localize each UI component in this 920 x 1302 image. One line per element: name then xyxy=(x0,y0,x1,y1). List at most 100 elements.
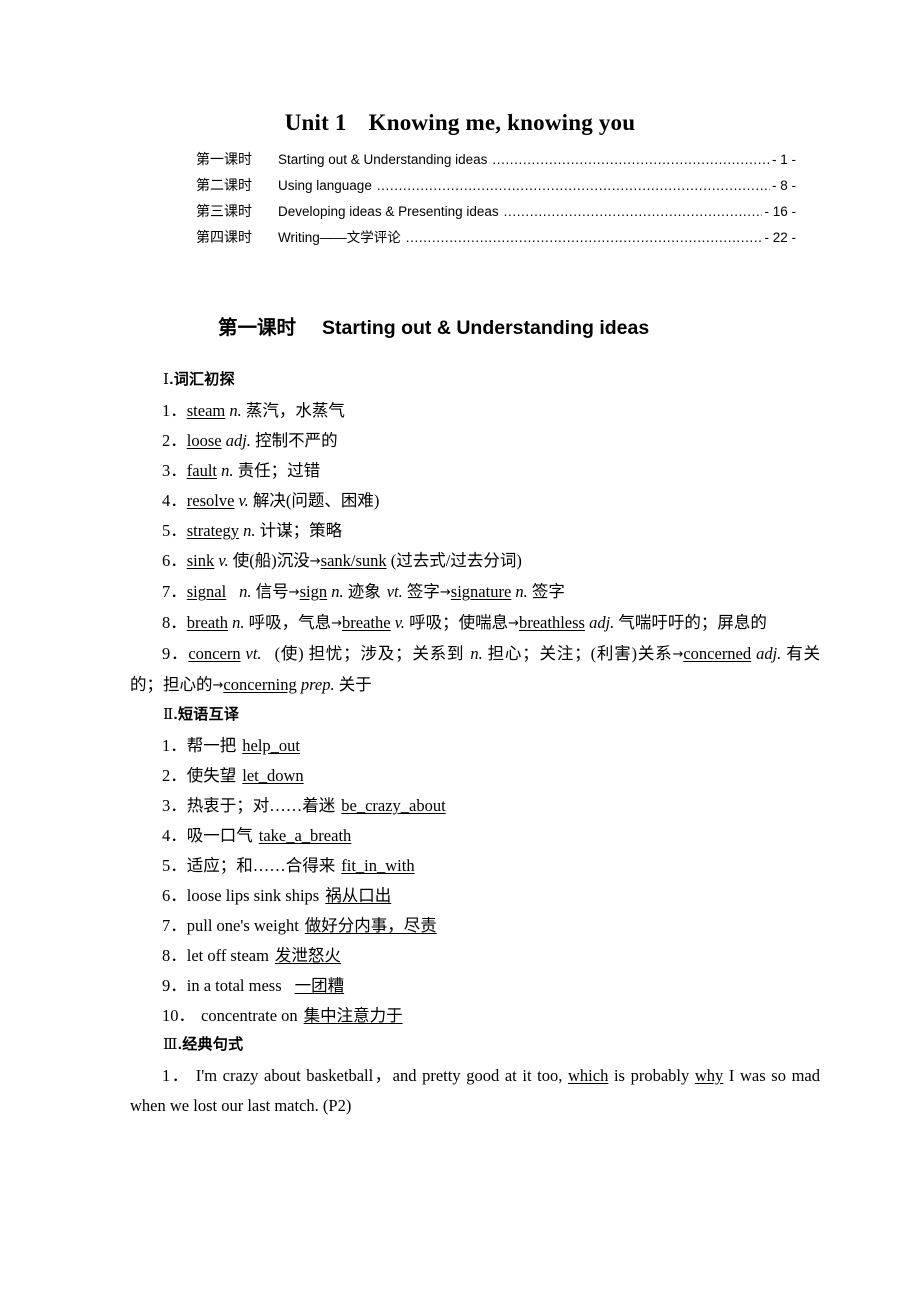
phrase-answer: take_a_breath xyxy=(258,826,352,845)
vocab-derived-pos: v. xyxy=(394,613,405,632)
lesson-body: Ⅰ.词汇初探 1．steam n. 蒸汽，水蒸气 2．loose adj. 控制… xyxy=(130,366,820,1121)
derivation-arrow-icon: → xyxy=(508,616,519,631)
phrase-answer: 发泄怒火 xyxy=(274,946,341,965)
item-number: 2． xyxy=(162,431,187,450)
vocab-item: 9．concern vt. (使) 担忧；涉及；关系到 n. 担心；关注；(利害)关… xyxy=(130,639,820,701)
toc-row[interactable]: 第四课时 Writing——文学评论 .....................… xyxy=(196,225,796,251)
vocab-item: 8．breath n. 呼吸，气息→breathe v. 呼吸；使喘息→brea… xyxy=(130,608,820,639)
toc-page-number: - 22 - xyxy=(764,230,796,245)
toc-row[interactable]: 第二课时 Using language ....................… xyxy=(196,173,796,199)
sentence-part-2: is probably xyxy=(608,1066,695,1085)
vocab-def: 呼吸，气息 xyxy=(248,613,332,632)
phrase-answer: help_out xyxy=(242,736,300,755)
vocab-derived: signature xyxy=(450,582,512,601)
vocab-pos-2: n. xyxy=(470,644,483,663)
toc-row[interactable]: 第一课时 Starting out & Understanding ideas … xyxy=(196,147,796,173)
phrase-item: 7．pull one's weight 做好分内事，尽责 xyxy=(130,911,820,941)
vocab-item: 6．sink v. 使(船)沉没→sank/sunk (过去式/过去分词) xyxy=(130,546,820,577)
vocab-word: signal xyxy=(186,582,227,601)
vocab-def: 使(船)沉没 xyxy=(232,551,310,570)
vocab-derived: concerned xyxy=(683,644,752,663)
vocab-derived-def: 签字 xyxy=(531,582,565,601)
section-name: 短语互译 xyxy=(177,706,240,723)
item-number: 9． xyxy=(162,644,189,663)
toc-lesson-label: 第一课时 xyxy=(196,153,252,168)
vocab-def: 蒸汽，水蒸气 xyxy=(245,401,345,420)
item-number: 2． xyxy=(162,766,187,785)
vocab-pos: v. xyxy=(238,491,249,510)
vocab-item: 5．strategy n. 计谋；策略 xyxy=(130,516,820,546)
phrase-item: 10． concentrate on 集中注意力于 xyxy=(130,1001,820,1031)
vocab-word: loose xyxy=(186,431,222,450)
phrase-prompt: 帮一把 xyxy=(186,736,237,755)
vocab-pos: n. xyxy=(221,461,234,480)
vocab-word: fault xyxy=(186,461,217,480)
vocab-pos: v. xyxy=(218,551,229,570)
toc-page-number: - 8 - xyxy=(771,178,796,193)
phrase-item: 5．适应；和……合得来 fit_in_with xyxy=(130,851,820,881)
vocab-def: (使) 担忧；涉及；关系到 xyxy=(274,644,465,663)
vocab-derived-def: 签字 xyxy=(406,582,440,601)
item-number: 1． xyxy=(162,1066,190,1085)
phrase-prompt: in a total mess xyxy=(186,976,282,995)
phrase-item: 1．帮一把 help_out xyxy=(130,731,820,761)
vocab-word: strategy xyxy=(186,521,239,540)
item-number: 4． xyxy=(162,491,187,510)
vocab-def: 解决(问题、困难) xyxy=(252,491,380,510)
item-number: 6． xyxy=(162,551,187,570)
vocab-pos: n. xyxy=(232,613,245,632)
phrase-prompt: 使失望 xyxy=(186,766,237,785)
item-number: 8． xyxy=(162,946,187,965)
item-number: 5． xyxy=(162,521,187,540)
item-number: 1． xyxy=(162,736,187,755)
item-number: 1． xyxy=(162,401,187,420)
sentence-item: 1． I'm crazy about basketball，and pretty … xyxy=(130,1061,820,1121)
phrase-answer: 做好分内事，尽责 xyxy=(304,916,437,935)
section-heading-sentences: Ⅲ.经典句式 xyxy=(163,1031,820,1059)
vocab-item: 3．fault n. 责任；过错 xyxy=(130,456,820,486)
toc-row[interactable]: 第三课时 Developing ideas & Presenting ideas… xyxy=(196,199,796,225)
toc-leader-dots: ........................................… xyxy=(503,204,763,219)
vocab-def: 计谋；策略 xyxy=(259,521,343,540)
phrase-item: 6．loose lips sink ships 祸从口出 xyxy=(130,881,820,911)
section-name: 词汇初探 xyxy=(173,371,235,388)
vocab-word: sink xyxy=(186,551,215,570)
item-number: 3． xyxy=(162,796,187,815)
vocab-derived-pos: adj. xyxy=(756,644,782,663)
derivation-arrow-icon: → xyxy=(309,554,321,569)
vocab-def: 控制不严的 xyxy=(255,431,338,450)
vocab-derived: sank/sunk xyxy=(320,551,387,570)
toc-page-number: - 16 - xyxy=(764,204,796,219)
vocab-derived-pos: adj. xyxy=(589,613,615,632)
vocab-def-2: 担心；关注；(利害)关系 xyxy=(487,644,673,663)
phrase-item: 8．let off steam 发泄怒火 xyxy=(130,941,820,971)
lesson-heading: 第一课时 Starting out & Understanding ideas xyxy=(218,311,649,340)
item-number: 6． xyxy=(162,886,187,905)
vocab-derived-def: 气喘吁吁的；屏息的 xyxy=(618,613,767,632)
vocab-derived-def: 关于 xyxy=(338,675,372,694)
vocab-def: 信号 xyxy=(255,582,289,601)
vocab-derived-def: 迹象 xyxy=(347,582,381,601)
derivation-arrow-icon: → xyxy=(212,678,224,693)
item-number: 8． xyxy=(162,613,187,632)
vocab-derived: breathe xyxy=(342,613,391,632)
vocab-derived: breathless xyxy=(518,613,585,632)
vocab-item: 4．resolve v. 解决(问题、困难) xyxy=(130,486,820,516)
derivation-arrow-icon: → xyxy=(331,616,343,631)
item-number: 7． xyxy=(162,582,187,601)
vocab-item: 1．steam n. 蒸汽，水蒸气 xyxy=(130,396,820,426)
phrase-prompt: 吸一口气 xyxy=(186,826,253,845)
vocab-pos: vt. xyxy=(245,644,262,663)
phrase-prompt: loose lips sink ships xyxy=(186,886,320,905)
section-name: 经典句式 xyxy=(182,1036,244,1053)
lesson-heading-cn: 第一课时 xyxy=(218,317,297,339)
vocab-pos: n. xyxy=(239,582,252,601)
table-of-contents: 第一课时 Starting out & Understanding ideas … xyxy=(196,147,796,251)
sentence-key-1: which xyxy=(568,1066,609,1085)
item-number: 3． xyxy=(162,461,187,480)
document-page: Unit 1 Knowing me, knowing you 第一课时 Start… xyxy=(0,0,920,1302)
vocab-def: 责任；过错 xyxy=(237,461,321,480)
phrase-prompt: let off steam xyxy=(186,946,269,965)
vocab-derived-pos: prep. xyxy=(300,675,335,694)
sentence-part-1: I'm crazy about basketball，and pretty go… xyxy=(195,1066,568,1085)
